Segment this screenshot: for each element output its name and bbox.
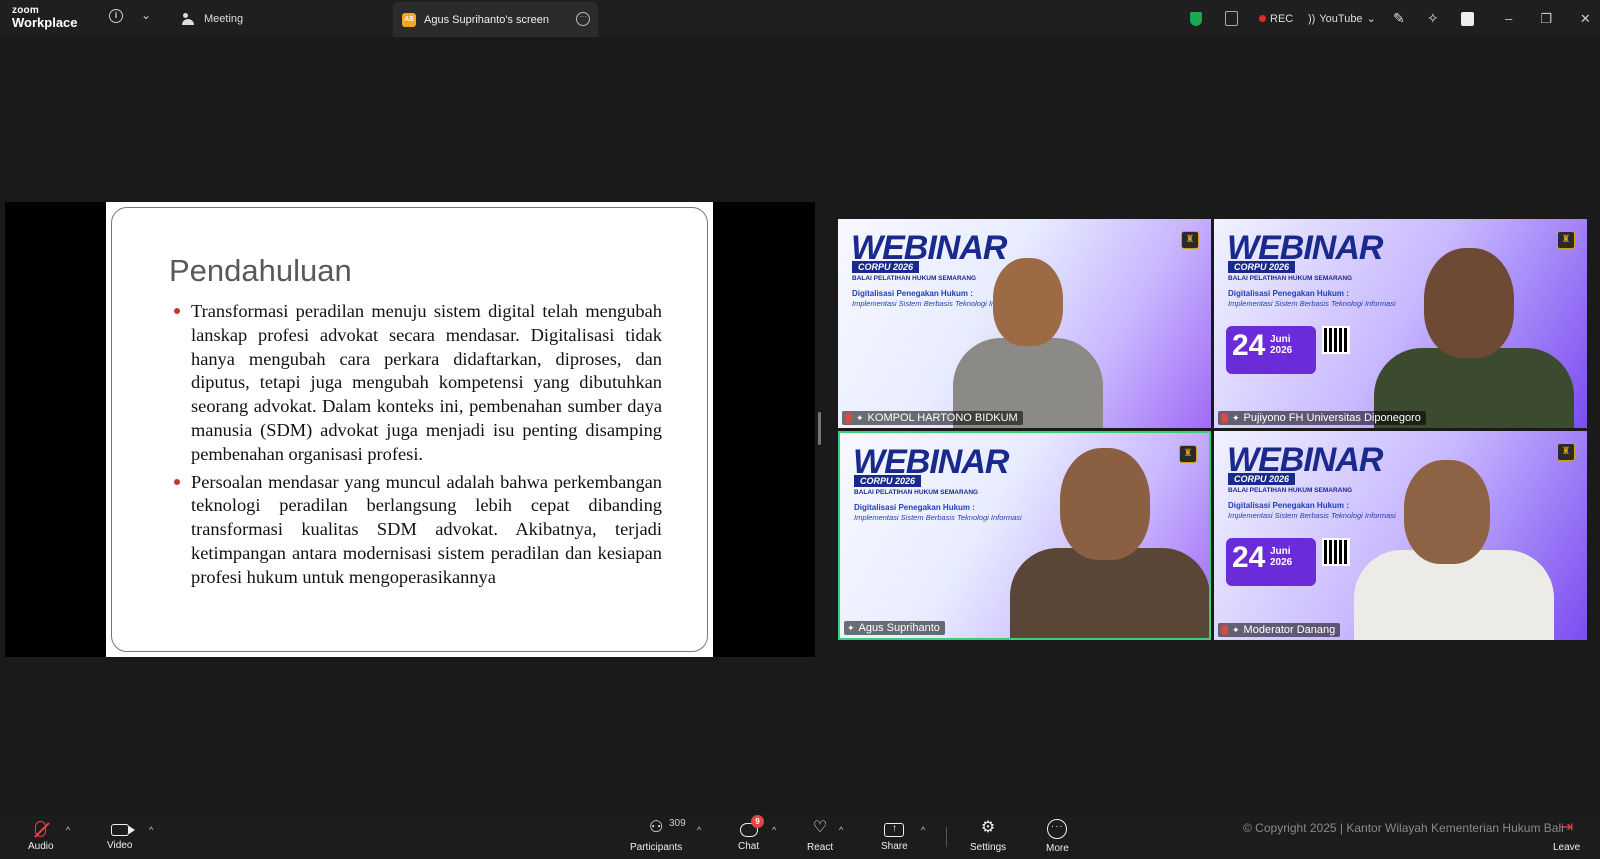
share-screen-icon: ↑	[884, 822, 905, 837]
livestream-youtube-button[interactable]: )) YouTube ⌄	[1308, 0, 1376, 37]
more-dots-icon: ···	[1047, 818, 1068, 839]
video-gallery: WEBINAR CORPU 2026 BALAI PELATIHAN HUKUM…	[838, 219, 1587, 641]
muted-mic-icon	[1221, 625, 1228, 635]
meeting-toolbar: Audio ^ Video ^ ⚇ Participants 309 ^ Cha…	[0, 813, 1600, 859]
ai-companion-icon[interactable]: ✧	[1427, 0, 1439, 37]
participant-tile-active-speaker[interactable]: WEBINAR CORPU 2026 BALAI PELATIHAN HUKUM…	[838, 431, 1211, 640]
muted-mic-icon	[845, 413, 852, 423]
participant-tile[interactable]: WEBINAR CORPU 2026 BALAI PELATIHAN HUKUM…	[1214, 431, 1587, 640]
video-button[interactable]: Video	[107, 813, 135, 859]
audio-button[interactable]: Audio	[28, 813, 54, 859]
info-icon[interactable]: i	[109, 9, 123, 23]
share-button[interactable]: ↑ Share	[881, 813, 908, 859]
qr-code	[1322, 326, 1350, 354]
sharer-avatar-badge: AS	[402, 12, 416, 27]
chat-options-caret-icon[interactable]: ^	[772, 825, 776, 835]
slide-title: Pendahuluan	[169, 253, 352, 288]
restore-icon[interactable]: ❐	[1540, 11, 1552, 27]
emblem-icon: ♜	[1181, 231, 1199, 249]
presentation-slide: Pendahuluan Transformasi peradilan menuj…	[106, 202, 713, 657]
participant-video	[1354, 238, 1584, 428]
slide-bullets: Transformasi peradilan menuju sistem dig…	[174, 300, 662, 590]
react-button[interactable]: ♡ React	[807, 813, 833, 859]
tab-shared-screen-label: Agus Suprihanto's screen	[424, 13, 550, 26]
pin-icon: ✦	[847, 622, 855, 633]
camera-icon	[110, 824, 135, 836]
slide-bullet: Transformasi peradilan menuju sistem dig…	[174, 300, 662, 467]
window-controls: – ❐ ✕	[1505, 0, 1591, 37]
more-options-icon[interactable]: ···	[576, 12, 590, 26]
leave-button[interactable]: ⇥ Leave	[1553, 813, 1580, 859]
pin-icon: ✦	[1232, 412, 1240, 423]
record-dot-icon	[1259, 15, 1266, 22]
event-date: 24 Juni 2026	[1226, 538, 1316, 586]
shared-screen-view[interactable]: Pendahuluan Transformasi peradilan menuj…	[5, 202, 815, 657]
settings-button[interactable]: ⚙ Settings	[970, 813, 1006, 859]
annotate-pen-icon[interactable]: ✎	[1393, 0, 1405, 37]
participants-options-caret-icon[interactable]: ^	[697, 825, 701, 835]
broadcast-icon: ))	[1308, 12, 1316, 25]
more-button[interactable]: ··· More	[1046, 813, 1069, 859]
participant-video	[928, 248, 1128, 428]
tab-meeting[interactable]: Meeting	[182, 0, 243, 37]
pin-icon: ✦	[1232, 624, 1240, 635]
react-options-caret-icon[interactable]: ^	[839, 825, 843, 835]
close-icon[interactable]: ✕	[1580, 11, 1591, 27]
minimize-icon[interactable]: –	[1505, 11, 1512, 26]
participant-name-label: ✦ KOMPOL HARTONO BIDKUM	[842, 411, 1023, 425]
leave-icon: ⇥	[1559, 818, 1574, 836]
splitter-handle[interactable]	[818, 412, 821, 445]
participant-tile[interactable]: WEBINAR CORPU 2026 BALAI PELATIHAN HUKUM…	[838, 219, 1211, 428]
participant-name-label: ✦ Moderator Danang	[1218, 623, 1341, 637]
slide-bullet: Persoalan mendasar yang muncul adalah ba…	[174, 471, 662, 590]
event-date: 24 Juni 2026	[1226, 326, 1316, 374]
participant-name-label: ✦ Pujiyono FH Universitas Diponegoro	[1218, 411, 1426, 425]
mic-muted-icon	[35, 820, 47, 837]
recording-indicator[interactable]: REC	[1259, 0, 1293, 37]
people-icon	[182, 12, 196, 25]
participant-video	[1334, 450, 1564, 640]
tab-meeting-label: Meeting	[204, 12, 244, 25]
pin-icon: ✦	[856, 412, 864, 423]
participant-name-label: ✦ Agus Suprihanto	[844, 621, 945, 635]
notes-icon[interactable]	[1225, 0, 1238, 37]
video-options-caret-icon[interactable]: ^	[149, 825, 153, 835]
participants-count: 309	[669, 818, 686, 829]
tab-shared-screen[interactable]: AS Agus Suprihanto's screen ···	[393, 2, 598, 37]
zoom-workplace-logo: zoom Workplace	[12, 5, 78, 30]
chevron-down-icon: ⌄	[1366, 13, 1376, 25]
participant-video	[1010, 438, 1209, 638]
audio-options-caret-icon[interactable]: ^	[66, 825, 70, 835]
chevron-down-icon[interactable]: ⌄	[141, 8, 151, 22]
muted-mic-icon	[1221, 413, 1228, 423]
copyright-overlay: © Copyright 2025 | Kantor Wilayah Kement…	[1243, 821, 1564, 835]
participant-tile[interactable]: WEBINAR CORPU 2026 BALAI PELATIHAN HUKUM…	[1214, 219, 1587, 428]
heart-icon: ♡	[812, 818, 828, 836]
chat-unread-badge: 9	[751, 815, 764, 828]
apps-icon[interactable]	[1461, 0, 1474, 37]
gear-icon: ⚙	[980, 818, 996, 836]
security-shield-icon[interactable]	[1190, 0, 1202, 37]
title-bar: zoom Workplace i ⌄ Meeting AS Agus Supri…	[0, 0, 1600, 37]
share-options-caret-icon[interactable]: ^	[921, 825, 925, 835]
participants-icon: ⚇	[648, 818, 664, 836]
toolbar-divider	[946, 827, 947, 847]
